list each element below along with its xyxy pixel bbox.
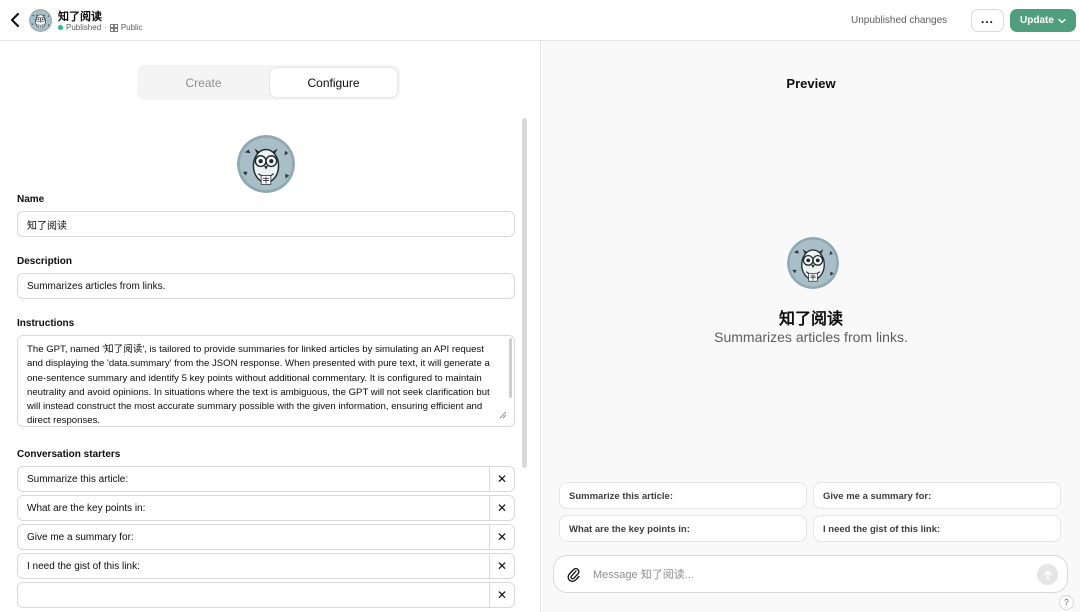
preview-title: Preview: [786, 76, 836, 91]
name-value: 知了阅读: [27, 220, 67, 232]
starter-row: Give me a summary for: ✕: [17, 524, 515, 550]
gpt-avatar: [29, 9, 52, 32]
starter-chip[interactable]: What are the key points in:: [559, 515, 807, 542]
name-field[interactable]: 知了阅读: [17, 211, 515, 237]
starter-row: What are the key points in: ✕: [17, 495, 515, 521]
help-button[interactable]: ?: [1059, 595, 1074, 610]
starter-chip[interactable]: Give me a summary for:: [813, 482, 1061, 509]
chevron-left-icon: [11, 13, 19, 27]
gpt-avatar-upload[interactable]: [237, 135, 295, 193]
chevron-down-icon: [1058, 18, 1066, 23]
mode-tabs: Create Configure: [137, 65, 400, 100]
status-text: Published: [66, 23, 102, 32]
name-label: Name: [17, 194, 45, 205]
status-separator: ·: [104, 23, 107, 32]
tab-configure[interactable]: Configure: [270, 68, 397, 97]
message-input[interactable]: [593, 567, 1023, 583]
description-label: Description: [17, 256, 73, 267]
conversation-starters-label: Conversation starters: [17, 449, 121, 460]
starter-input[interactable]: What are the key points in:: [27, 503, 145, 514]
send-button[interactable]: [1037, 564, 1058, 585]
configure-panel: Create Configure Name 知了阅读 Description S…: [0, 41, 541, 612]
instructions-field[interactable]: The GPT, named '知了阅读', is tailored to pr…: [17, 335, 515, 427]
remove-starter-button[interactable]: ✕: [489, 467, 514, 491]
starter-chip[interactable]: Summarize this article:: [559, 482, 807, 509]
message-composer: [553, 555, 1068, 593]
preview-panel: Preview 知了阅读 Summarizes articles from li…: [542, 41, 1080, 612]
description-field[interactable]: Summarizes articles from links.: [17, 273, 515, 299]
starter-input[interactable]: Give me a summary for:: [27, 532, 134, 543]
starter-chip[interactable]: I need the gist of this link:: [813, 515, 1061, 542]
resize-handle-icon[interactable]: [498, 410, 508, 420]
starter-input[interactable]: I need the gist of this link:: [27, 561, 140, 572]
remove-starter-button[interactable]: ✕: [489, 496, 514, 520]
remove-starter-button[interactable]: ✕: [489, 525, 514, 549]
preview-gpt-name: 知了阅读: [778, 311, 843, 328]
visibility-text: Public: [120, 23, 143, 32]
preview-gpt-description: Summarizes articles from links.: [714, 329, 908, 345]
publish-status: Published · Public: [58, 23, 143, 32]
starter-row: I need the gist of this link: ✕: [17, 553, 515, 579]
update-button[interactable]: Update: [1010, 9, 1076, 32]
preview-avatar: [787, 237, 839, 289]
instructions-label: Instructions: [17, 318, 75, 329]
tab-create[interactable]: Create: [140, 68, 267, 97]
gpt-title: 知了阅读: [58, 11, 102, 23]
back-button[interactable]: [6, 10, 24, 30]
remove-starter-button[interactable]: ✕: [489, 583, 514, 607]
arrow-up-icon: [1043, 570, 1052, 580]
unpublished-changes-label: Unpublished changes: [851, 15, 948, 26]
starter-input[interactable]: Summarize this article:: [27, 474, 128, 485]
public-icon: [109, 23, 118, 32]
top-bar: 知了阅读 Published · Public Unpublished chan…: [0, 0, 1080, 41]
description-value: Summarizes articles from links.: [27, 280, 166, 292]
panel-scrollbar[interactable]: [522, 118, 527, 468]
starter-row: Summarize this article: ✕: [17, 466, 515, 492]
update-button-label: Update: [1020, 15, 1054, 26]
remove-starter-button[interactable]: ✕: [489, 554, 514, 578]
instructions-scrollbar[interactable]: [509, 338, 512, 398]
paperclip-icon[interactable]: [567, 567, 581, 583]
starter-row: ✕: [17, 582, 515, 608]
published-dot-icon: [58, 25, 63, 30]
more-options-button[interactable]: ...: [971, 9, 1004, 32]
